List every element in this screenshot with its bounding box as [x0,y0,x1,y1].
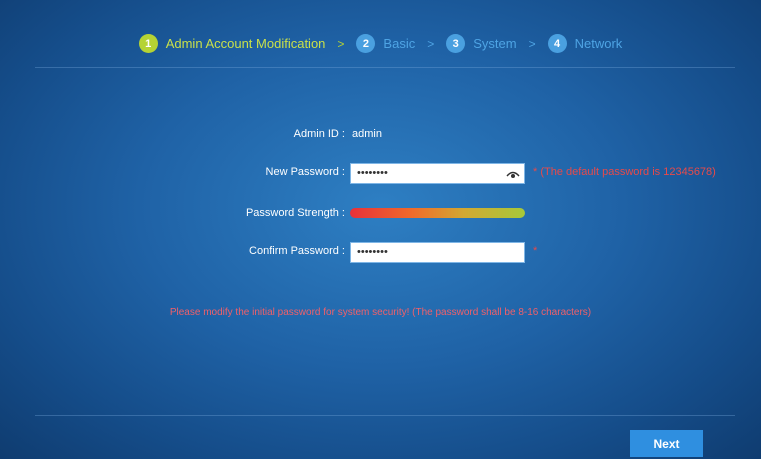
security-warning: Please modify the initial password for s… [169,307,592,318]
next-button[interactable]: Next [630,430,703,457]
password-strength-label: Password Strength : [245,207,345,219]
admin-id-row: Admin ID : admin [0,125,761,147]
step-number: 1 [138,34,158,53]
confirm-password-value: •••••••• [357,246,388,258]
step-admin-account: 1 Admin Account Modification [138,34,326,53]
password-strength-row: Password Strength : [0,204,761,226]
step-separator: > [427,36,435,51]
step-label: Admin Account Modification [165,36,326,51]
default-password-hint: * (The default password is 12345678) [533,166,716,178]
new-password-input[interactable]: •••••••• [350,163,525,184]
step-network: 4 Network [547,34,623,53]
step-label: Basic [383,36,416,51]
bottom-divider [35,415,735,416]
step-number: 3 [446,34,466,53]
setup-wizard: 1 Admin Account Modification > 2 Basic >… [0,0,761,459]
confirm-password-label: Confirm Password : [249,245,345,257]
password-strength-bar [350,208,525,218]
step-number: 4 [547,34,567,53]
admin-id-value: admin [352,128,382,140]
new-password-row: New Password : •••••••• * (The default p… [0,163,761,185]
step-basic: 2 Basic [356,34,415,53]
step-separator: > [528,36,536,51]
top-divider [35,67,735,68]
step-system: 3 System [446,34,517,53]
step-label: System [473,36,517,51]
confirm-password-row: Confirm Password : •••••••• * [0,242,761,264]
new-password-value: •••••••• [357,167,388,179]
eye-icon[interactable] [506,167,520,181]
wizard-steps: 1 Admin Account Modification > 2 Basic >… [0,34,761,53]
admin-id-label: Admin ID : [293,128,345,140]
required-mark: * [533,245,538,257]
new-password-label: New Password : [265,166,345,178]
step-number: 2 [356,34,376,53]
confirm-password-input[interactable]: •••••••• [350,242,525,263]
step-separator: > [337,36,345,51]
step-label: Network [574,36,623,51]
